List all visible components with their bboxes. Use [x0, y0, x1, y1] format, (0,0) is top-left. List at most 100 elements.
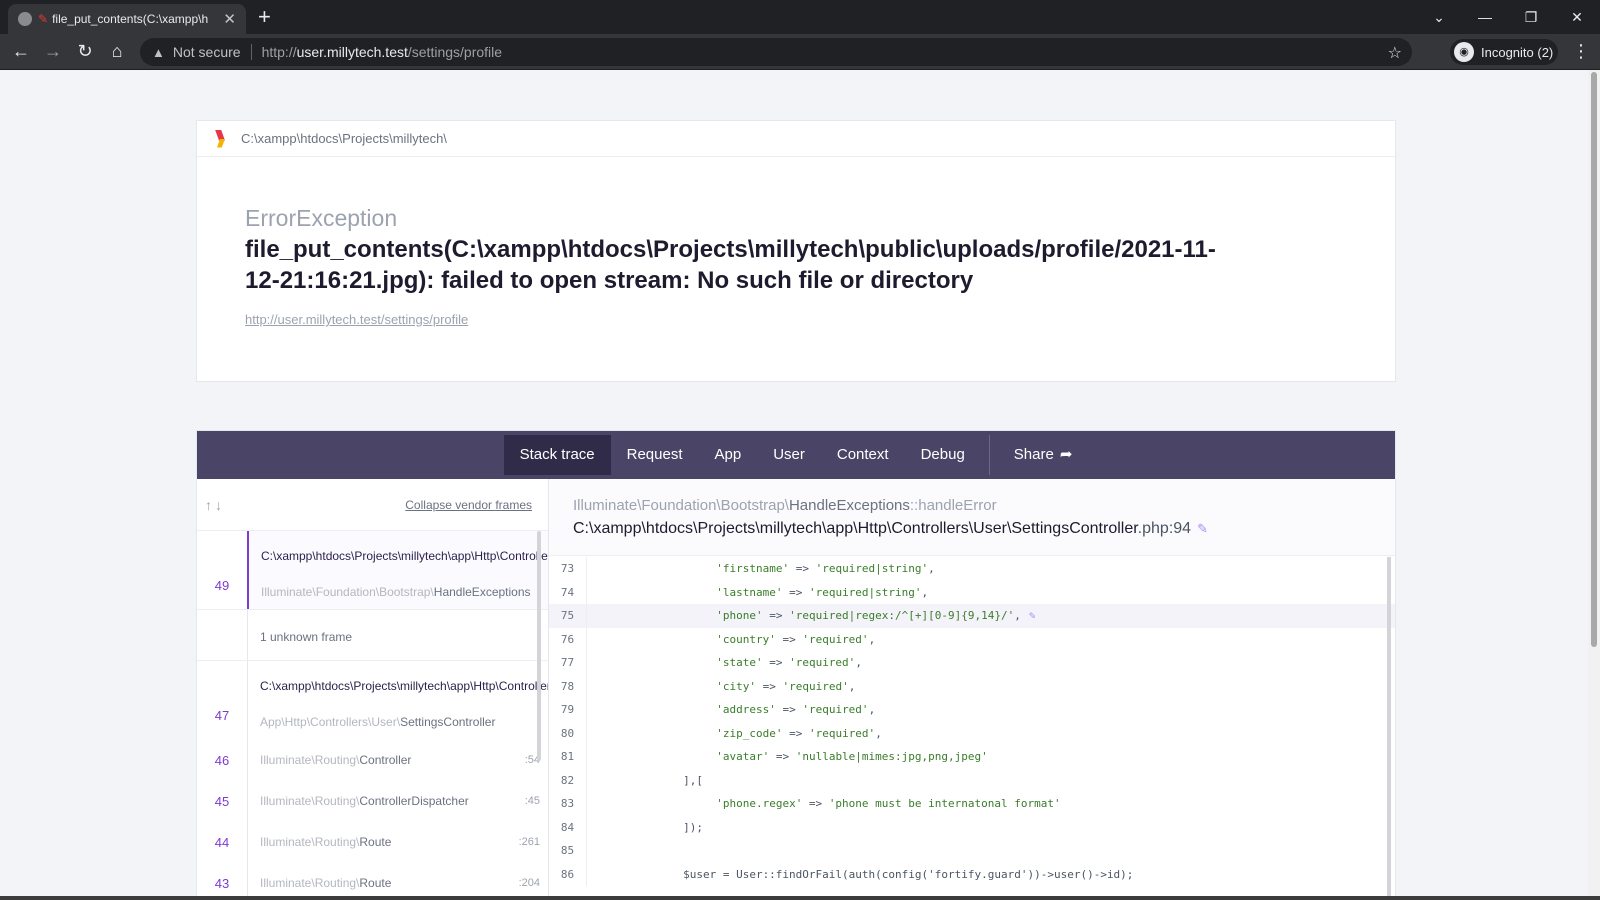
code-value: 'required'	[808, 726, 876, 740]
code-tail: ,	[868, 632, 876, 646]
page-scrollbar[interactable]	[1588, 70, 1600, 900]
tab-user[interactable]: User	[757, 435, 821, 475]
tab-request[interactable]: Request	[611, 435, 699, 475]
frame-class: Illuminate\Routing\Route	[260, 822, 391, 863]
frame-body: C:\xampp\htdocs\Projects\millytech\app\H…	[247, 531, 548, 609]
line-number[interactable]: 81	[549, 745, 587, 769]
code-line-78: 78 'city' => 'required',	[549, 674, 1395, 698]
tab-app[interactable]: App	[699, 435, 758, 475]
collapse-vendor-frames-link[interactable]: Collapse vendor frames	[405, 498, 532, 512]
url-scheme: http://	[261, 44, 297, 60]
code-line-83: 83 'phone.regex' => 'phone must be inter…	[549, 792, 1395, 816]
line-number[interactable]: 78	[549, 674, 587, 698]
code-line-79: 79 'address' => 'required',	[549, 698, 1395, 722]
bookmark-star-icon[interactable]: ☆	[1388, 43, 1402, 63]
close-tab-icon[interactable]: ✕	[223, 12, 236, 27]
address-bar[interactable]: ▲ Not secure http://user.millytech.test/…	[140, 38, 1412, 66]
tab-debug[interactable]: Debug	[905, 435, 981, 475]
line-number[interactable]: 79	[549, 698, 587, 722]
frame-body: Illuminate\Routing\Route :261	[247, 822, 548, 863]
frame-46[interactable]: 46 Illuminate\Routing\Controller :54	[197, 740, 548, 781]
line-number[interactable]: 77	[549, 651, 587, 675]
frame-nav-arrows-icon[interactable]: ↑↓	[205, 497, 225, 513]
frame-49[interactable]: 49 C:\xampp\htdocs\Projects\millytech\ap…	[197, 531, 548, 610]
frame-line: :261	[518, 836, 540, 848]
tab-search-icon[interactable]: ⌄	[1416, 9, 1462, 26]
tab-context[interactable]: Context	[821, 435, 905, 475]
restore-button[interactable]: ❐	[1508, 9, 1554, 26]
code-operator: =>	[782, 726, 809, 740]
close-window-button[interactable]: ✕	[1554, 9, 1600, 26]
app-path: C:\xampp\htdocs\Projects\millytech\	[241, 131, 447, 146]
forward-icon[interactable]: →	[42, 41, 64, 61]
frame-class-leaf: ControllerDispatcher	[359, 794, 469, 808]
url-path: /settings/profile	[407, 44, 503, 60]
share-icon: ➦	[1059, 446, 1073, 463]
security-label[interactable]: Not secure	[173, 44, 241, 60]
frame-class: Illuminate\Foundation\Bootstrap\HandleEx…	[261, 585, 548, 599]
incognito-icon: ◉	[1454, 42, 1474, 62]
code-value: 'required|regex:/^[+][0-9]{9,14}/'	[789, 609, 1015, 623]
snippet-class: Illuminate\Foundation\Bootstrap\HandleEx…	[573, 497, 1395, 514]
edit-line-pen-icon[interactable]: ✎	[1029, 609, 1036, 622]
snippet-scrollbar[interactable]	[1387, 557, 1391, 900]
tab-nav: Stack trace Request App User Context Deb…	[197, 431, 1395, 479]
minimize-button[interactable]: —	[1462, 9, 1508, 25]
code-value: 'required|string'	[808, 585, 922, 599]
code-operator: =>	[782, 585, 809, 599]
frame-45[interactable]: 45 Illuminate\Routing\ControllerDispatch…	[197, 781, 548, 822]
frame-class-leaf: SettingsController	[400, 715, 496, 729]
line-number[interactable]: 86	[549, 862, 587, 886]
reload-icon[interactable]: ↻	[74, 41, 96, 61]
code-key: 'phone'	[716, 609, 763, 623]
share-button[interactable]: Share ➦	[998, 435, 1089, 475]
request-url-link[interactable]: http://user.millytech.test/settings/prof…	[245, 312, 468, 327]
frame-number: 47	[214, 708, 230, 723]
frame-line: :45	[524, 795, 540, 807]
frame-47[interactable]: 47 C:\xampp\htdocs\Projects\millytech\ap…	[197, 661, 548, 740]
url-text[interactable]: http://user.millytech.test/settings/prof…	[262, 44, 502, 60]
code-text: 'zip_code' => 'required',	[587, 727, 882, 740]
incognito-profile-button[interactable]: ◉ Incognito (2)	[1450, 39, 1558, 65]
line-number[interactable]: 74	[549, 580, 587, 604]
frame-44[interactable]: 44 Illuminate\Routing\Route :261	[197, 822, 548, 863]
edit-pen-icon[interactable]: ✎	[1197, 521, 1208, 536]
line-number[interactable]: 83	[549, 792, 587, 816]
line-number[interactable]: 75	[549, 604, 587, 628]
frame-class-leaf: Controller	[359, 753, 412, 767]
ignition-logo-icon	[215, 129, 225, 148]
line-number[interactable]: 82	[549, 768, 587, 792]
code-value: 'required|string'	[815, 562, 929, 576]
line-number[interactable]: 84	[549, 815, 587, 839]
code-operator: =>	[762, 609, 790, 623]
code-operator: =>	[769, 750, 796, 764]
code-text: 'avatar' => 'nullable|mimes:jpg,png,jpeg…	[587, 750, 988, 763]
code-line-74: 74 'lastname' => 'required|string',	[549, 580, 1395, 604]
frame-class-prefix: Illuminate\Routing\	[260, 753, 360, 767]
line-number[interactable]: 80	[549, 721, 587, 745]
unknown-frame[interactable]: 1 unknown frame	[197, 610, 548, 661]
code-line-76: 76 'country' => 'required',	[549, 627, 1395, 651]
home-icon[interactable]: ⌂	[106, 41, 128, 61]
back-icon[interactable]: ←	[10, 41, 32, 61]
code-tail: ,	[1014, 609, 1021, 623]
browser-menu-icon[interactable]: ⋮	[1572, 40, 1590, 62]
new-tab-button[interactable]: +	[258, 6, 271, 28]
code-value: 'required'	[802, 703, 869, 717]
frames-scrollbar[interactable]	[537, 531, 541, 761]
code-key: 'country'	[716, 632, 776, 646]
error-body: ErrorException file_put_contents(C:\xamp…	[197, 157, 1395, 329]
line-number[interactable]: 85	[549, 839, 587, 863]
line-number[interactable]: 76	[549, 627, 587, 651]
code-line-85: 85	[549, 839, 1395, 863]
frame-class: Illuminate\Routing\Controller	[260, 740, 411, 781]
code-text: 'lastname' => 'required|string',	[587, 586, 928, 599]
browser-tab[interactable]: ✎ file_put_contents(C:\xampp\h ✕	[8, 4, 246, 34]
page-scrollbar-thumb[interactable]	[1591, 72, 1597, 647]
code-line-82: 82 ],[	[549, 768, 1395, 792]
tab-stack-trace[interactable]: Stack trace	[503, 435, 611, 475]
frame-43[interactable]: 43 Illuminate\Routing\Route :204	[197, 863, 548, 900]
code-line-75: 75 'phone' => 'required|regex:/^[+][0-9]…	[549, 604, 1395, 628]
line-number[interactable]: 73	[549, 557, 587, 581]
page-content: C:\xampp\htdocs\Projects\millytech\ Erro…	[0, 70, 1600, 900]
